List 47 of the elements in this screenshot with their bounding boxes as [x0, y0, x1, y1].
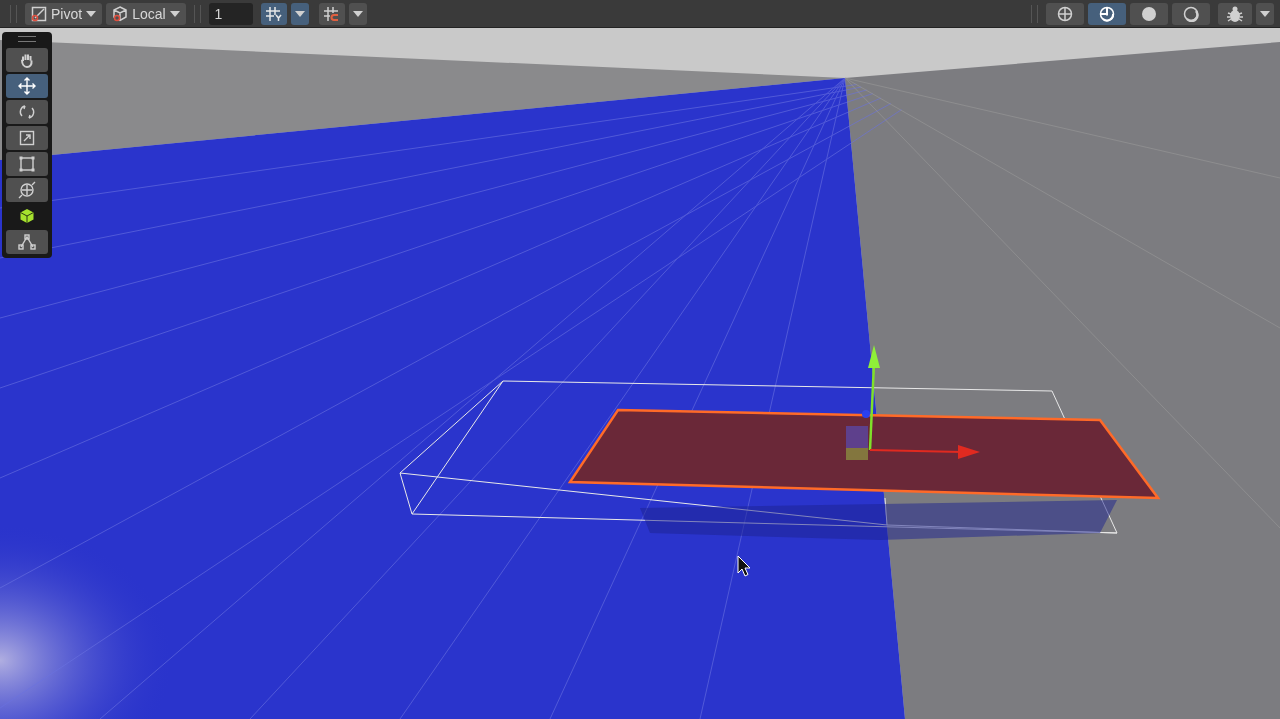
toolbar-grip-icon: [193, 4, 201, 23]
increment-snap-button[interactable]: [318, 2, 345, 25]
move-icon: [18, 77, 36, 95]
path-tool-button[interactable]: [6, 230, 48, 254]
draw-mode-button[interactable]: [1046, 2, 1084, 25]
bug-icon: [1226, 4, 1244, 23]
draw-mode-button[interactable]: [1130, 2, 1168, 25]
shaded-wireframe-sphere-icon: [1099, 5, 1115, 22]
pivot-dropdown[interactable]: Pivot: [25, 2, 103, 25]
rect-tool-button[interactable]: [6, 152, 48, 176]
transform-icon: [18, 181, 36, 199]
move-tool-button[interactable]: [6, 74, 48, 98]
hand-tool-button[interactable]: [6, 48, 48, 72]
toolbar-grip-icon: [1031, 4, 1038, 23]
grid-snap-icon: [264, 5, 283, 22]
draw-mode-button[interactable]: [1088, 2, 1126, 25]
unlit-sphere-icon: [1183, 5, 1199, 22]
scale-icon: [19, 130, 35, 146]
cube-icon: [19, 208, 35, 224]
gizmos-button[interactable]: [1218, 2, 1252, 25]
gizmos-dropdown[interactable]: [1256, 2, 1274, 25]
caret-icon: [169, 10, 180, 17]
transform-tool-button[interactable]: [6, 178, 48, 202]
toolbar-grip-icon: [10, 4, 17, 23]
caret-icon: [352, 10, 363, 17]
caret-icon: [86, 10, 97, 17]
path-tool-icon: [18, 234, 36, 250]
palette-grip-icon: [18, 36, 36, 42]
rotate-icon: [18, 103, 36, 121]
pivot-icon: [31, 5, 47, 22]
rotate-tool-button[interactable]: [6, 100, 48, 124]
wireframe-sphere-icon: [1057, 5, 1073, 22]
rect-tool-icon: [19, 156, 35, 172]
mouse-pointer-icon: [737, 555, 751, 577]
increment-field[interactable]: 1: [208, 2, 253, 25]
cube-icon: [112, 5, 129, 22]
snap-options-dropdown[interactable]: [290, 2, 309, 25]
caret-icon: [294, 10, 305, 17]
space-dropdown[interactable]: Local: [106, 2, 186, 25]
snap-options-dropdown[interactable]: [348, 2, 367, 25]
scale-tool-button[interactable]: [6, 126, 48, 150]
increment-snap-icon: [322, 5, 341, 22]
shaded-sphere-icon: [1141, 5, 1157, 22]
hand-icon: [19, 52, 35, 68]
caret-icon: [1260, 10, 1270, 17]
grid-snap-button[interactable]: [260, 2, 287, 25]
draw-mode-button[interactable]: [1172, 2, 1210, 25]
